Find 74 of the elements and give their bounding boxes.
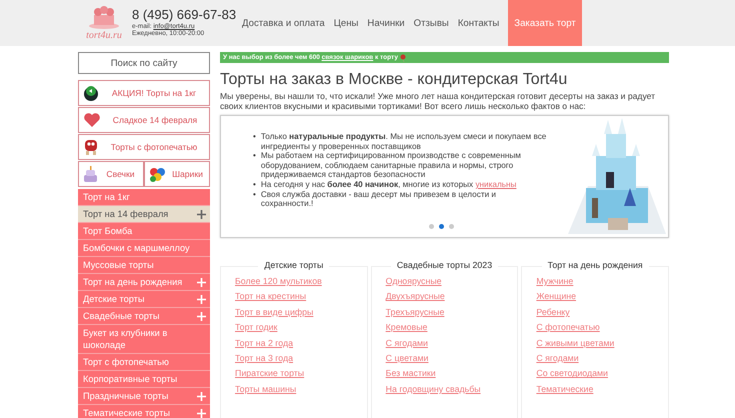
card-title: Детские торты	[258, 260, 330, 270]
category-link[interactable]: Одноярусные	[386, 274, 442, 290]
category-link[interactable]: Торт на крестины	[235, 289, 306, 305]
slider-dot[interactable]	[449, 224, 454, 229]
category-link[interactable]: На годовщину свадьбы	[386, 382, 481, 398]
category-link[interactable]: Торт в виде цифры	[235, 304, 314, 320]
category-link[interactable]: Женщине	[536, 289, 576, 305]
logo-text[interactable]: tort4u.ru	[86, 30, 122, 40]
category-link[interactable]: Ребенку	[536, 304, 570, 320]
menu-item[interactable]: Торт на день рождения	[78, 274, 210, 291]
menu-item[interactable]: Торт на 14 февраля	[78, 206, 210, 223]
promo-button[interactable]: Шарики	[144, 161, 210, 187]
bullet-mark: •	[253, 190, 256, 201]
slider-dot[interactable]	[429, 224, 434, 229]
category-link[interactable]: С фотопечатью	[536, 320, 600, 336]
category-link[interactable]: Кремовые	[386, 320, 428, 336]
menu-item[interactable]: Букет из клубники в шоколаде	[78, 325, 210, 354]
plus-icon[interactable]	[197, 210, 206, 218]
bullet-mark: •	[253, 151, 256, 162]
category-link[interactable]: Более 120 мультиков	[235, 274, 322, 290]
balloons-icon	[149, 166, 166, 182]
menu-item[interactable]: Праздничные торты	[78, 388, 210, 405]
category-link[interactable]: Мужчине	[536, 274, 574, 290]
menu-item[interactable]: Детские торты	[78, 291, 210, 308]
bullet-mark: •	[253, 132, 256, 143]
category-link[interactable]: С живыми цветами	[536, 336, 614, 352]
page-title: Торты на заказ в Москве - кондитерская Tort4u	[220, 71, 568, 89]
candy-icon	[83, 138, 99, 156]
fact-link[interactable]: уникальны	[475, 180, 516, 189]
nav-link[interactable]: Отзывы	[414, 0, 449, 46]
category-link[interactable]: Торт годик	[235, 320, 278, 336]
nav-link[interactable]: Начинки	[367, 0, 405, 46]
nav-link[interactable]: Цены	[334, 0, 358, 46]
menu-item[interactable]: Торт Бомба	[78, 223, 210, 240]
nav-link[interactable]: Контакты	[458, 0, 500, 46]
menu-item[interactable]: Корпоративные торты	[78, 371, 210, 388]
bullet-mark: •	[253, 180, 256, 190]
fact-item: Своя служба доставки - ваш десерт мы привезем в целости и сохранности.!	[260, 190, 498, 209]
slider-dot[interactable]	[439, 224, 444, 229]
fact-item: На сегодня у нас более 40 начинок, многие из которых уникальны	[260, 180, 516, 190]
promo-button[interactable]: АКЦИЯ! Торты на 1кг	[78, 80, 210, 106]
card-title: Свадебные торты 2023	[390, 260, 498, 270]
menu-item[interactable]: Тематические торты	[78, 405, 210, 418]
phone-number: 8 (495) 669-67-83	[132, 8, 238, 23]
category-link[interactable]: Торты машины	[235, 382, 296, 398]
intro-text: Мы уверены, вы нашли то, что искали! Уже много лет наша кондитерская готовит десерты на заказ и радует своих клиентов вкусными и красивыми тортиками! Вот всего лишь несколько фактов о нас:	[220, 91, 656, 111]
nav-link[interactable]: Доставка и оплата	[242, 0, 325, 46]
category-link[interactable]: Торт на 2 года	[235, 336, 294, 352]
category-link[interactable]: С ягодами	[536, 351, 579, 366]
category-link[interactable]: Двухъярусные	[386, 289, 445, 305]
category-link[interactable]: Со светодиодами	[536, 366, 608, 382]
menu-item[interactable]: Торт с фотопечатью	[78, 354, 210, 371]
menu-item[interactable]: Свадебные торты	[78, 308, 210, 325]
badge-icon	[83, 85, 99, 101]
category-link[interactable]: С ягодами	[386, 336, 428, 352]
category-link[interactable]: С цветами	[386, 351, 428, 366]
search-button[interactable]: Поиск по сайту	[78, 52, 210, 74]
logo-icon	[86, 6, 122, 30]
card-title: Торт на день рождения	[542, 260, 649, 270]
category-link[interactable]: Торт на 3 года	[235, 351, 294, 366]
category-link[interactable]: Пиратские торты	[235, 366, 304, 382]
category-link[interactable]: Тематические	[536, 382, 594, 398]
menu-item[interactable]: Бомбочки с маршмеллоу	[78, 240, 210, 257]
cake-icon	[83, 166, 98, 182]
balloon-icon	[400, 54, 406, 62]
category-link[interactable]: Трехъярусные	[386, 304, 444, 320]
menu-item[interactable]: Муссовые торты	[78, 257, 210, 274]
promo-button[interactable]: Свечки	[78, 161, 144, 187]
category-link[interactable]: Без мастики	[386, 366, 436, 382]
promo-button[interactable]: Торты с фотопечатью	[78, 134, 210, 160]
heart-icon	[83, 112, 101, 128]
promo-button[interactable]: Сладкое 14 февраля	[78, 107, 210, 133]
fact-item: Только натуральные продукты. Мы не используем смеси и покупаем все ингредиенты у проверенных поставщиков	[260, 132, 548, 152]
order-button[interactable]: Заказать торт	[508, 0, 582, 46]
